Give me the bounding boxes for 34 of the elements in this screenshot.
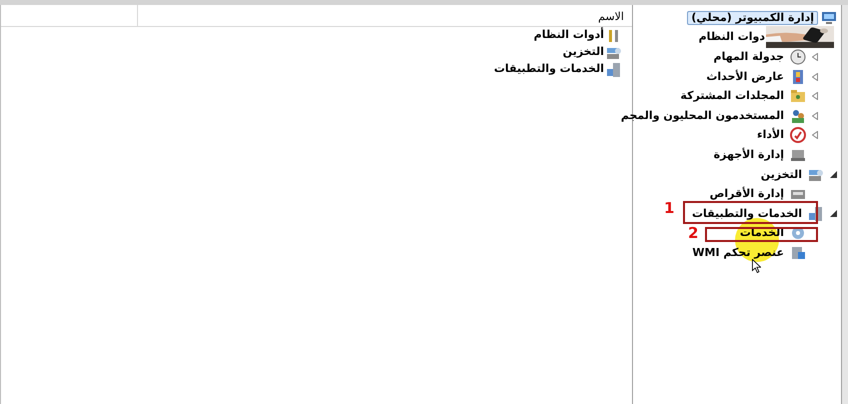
list-item[interactable]: الخدمات والتطبيقات [494,61,604,78]
users-icon [790,108,806,124]
server-icon [808,206,824,222]
log-book-icon [790,68,806,85]
tree-item[interactable]: دوات النظام [696,30,768,44]
expand-arrow-icon[interactable] [812,92,818,100]
annotation-number: 1 [664,201,674,216]
annotation-number: 2 [688,226,698,241]
tree-item[interactable]: إدارة الأقراص [706,187,787,202]
collapse-arrow-icon[interactable] [830,171,836,178]
tree-item[interactable]: الأداء [754,128,787,142]
computer-icon [821,10,837,26]
server-icon [606,62,622,78]
expand-arrow-icon[interactable] [812,112,818,120]
tree-item[interactable]: الخدمات والتطبيقات [688,206,805,221]
server-icon [790,244,806,261]
expand-arrow-icon[interactable] [812,52,818,61]
tree-item[interactable]: المجلدات المشتركة [677,89,787,104]
list-item[interactable]: التخزين [562,44,604,61]
mouse-pointer-icon [752,259,761,273]
tree-item[interactable]: عارض الأحداث [703,70,787,84]
column-header[interactable]: الاسم [137,5,632,26]
list-item[interactable]: أدوات النظام [534,27,604,44]
expand-arrow-icon[interactable] [812,72,818,81]
clock-icon [790,48,806,65]
expand-arrow-icon[interactable] [812,131,818,140]
tree-item[interactable]: التخزين [758,168,805,182]
tree-item[interactable]: المستخدمون المحليون والمجم [618,108,787,123]
gauge-icon [790,127,806,144]
tree-item[interactable]: إدارة الأجهزة [710,148,787,162]
collapse-arrow-icon[interactable] [830,210,836,218]
folder-icon [790,88,806,104]
tree-item[interactable]: إدارة الكمبيوتر (محلي) [687,10,818,25]
tree-item[interactable]: جدولة المهام [710,50,787,64]
